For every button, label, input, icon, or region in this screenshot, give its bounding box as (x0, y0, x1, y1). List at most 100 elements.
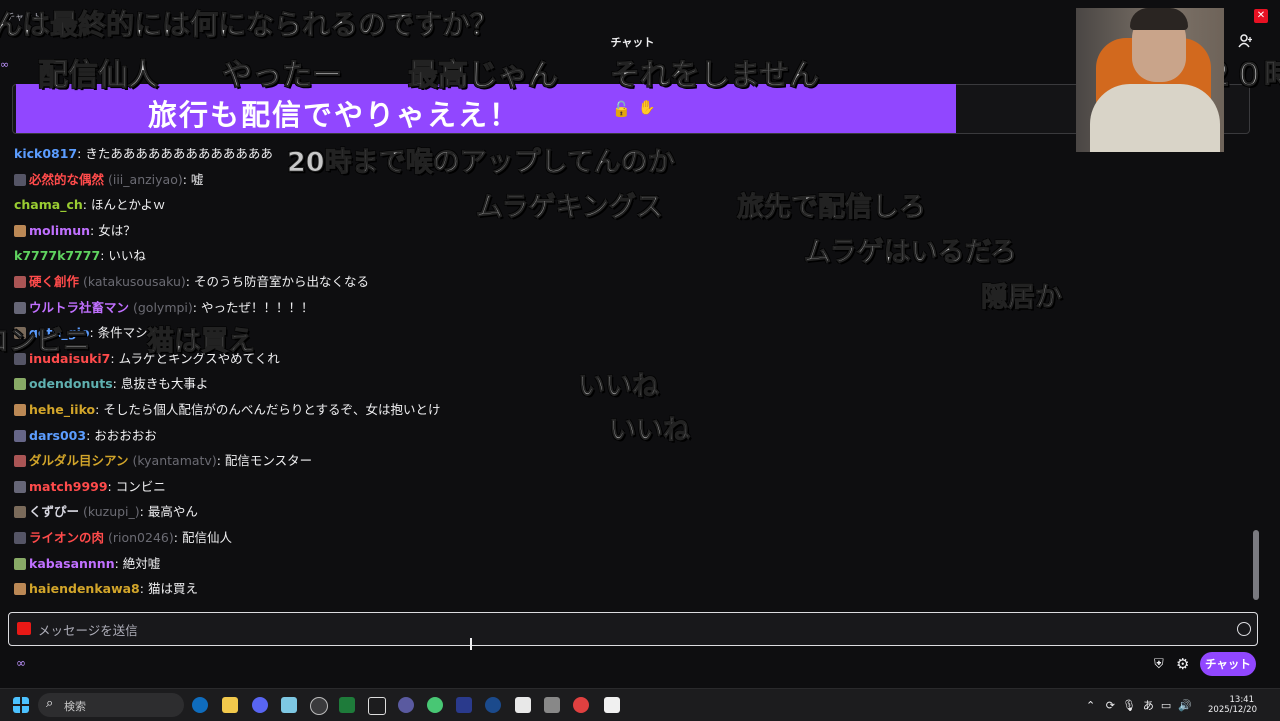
taskbar-search[interactable]: ⌕ 検索 (38, 693, 184, 717)
chat-login[interactable]: (rion0246) (104, 530, 174, 545)
mic-icon[interactable]: 🎙 (1122, 699, 1136, 712)
user-badge-icon[interactable] (14, 276, 26, 288)
network-icon[interactable]: ▭ (1161, 699, 1171, 712)
chat-message: k7777k7777: いいね (14, 244, 146, 268)
user-badge-icon[interactable] (14, 224, 26, 237)
chat-message: 硬く創作 (katakusousaku): そのうち防音室から出なくなる (14, 270, 369, 294)
danmaku-comment: 猫は買え (147, 326, 256, 358)
user-badge-icon[interactable] (14, 557, 26, 570)
danmaku-comment: 20時まで喉のアップしてんのか (287, 147, 676, 179)
user-badge-icon[interactable] (14, 173, 26, 186)
chat-message: molimun: 女は？ (14, 219, 136, 243)
blocked-icon[interactable] (573, 697, 589, 713)
chat-separator: : (112, 376, 121, 392)
drive-icon[interactable] (427, 697, 443, 713)
chat-username[interactable]: chama_ch (14, 197, 83, 212)
steam-icon[interactable] (485, 697, 501, 713)
chat-username[interactable]: ウルトラ社畜マン (29, 300, 129, 315)
chat-text: 猫は買え (147, 581, 198, 597)
camera-icon[interactable] (17, 622, 31, 635)
channel-points-icon[interactable]: ∞ (16, 656, 26, 670)
chat-separator: : (82, 197, 91, 213)
notepad-icon[interactable] (281, 697, 297, 713)
document-icon[interactable] (515, 697, 531, 713)
obs-icon[interactable] (310, 697, 328, 715)
chat-separator: : (89, 325, 98, 341)
monitor-icon[interactable] (456, 697, 472, 713)
user-badge-icon[interactable] (14, 301, 26, 314)
chat-username[interactable]: haiendenkawa8 (29, 581, 140, 596)
chat-text: 配信モンスター (224, 453, 313, 469)
chat-message: ウルトラ社畜マン (golympi): やったぜ！！！！！ (14, 296, 313, 320)
user-badge-icon[interactable] (14, 506, 26, 519)
chat-username[interactable]: kick0817 (14, 146, 77, 161)
chat-username[interactable]: ライオンの肉 (29, 530, 104, 545)
user-badge-icon[interactable] (14, 404, 26, 416)
user-badge-icon[interactable] (14, 378, 26, 391)
chat-username[interactable]: hehe_iiko (29, 402, 95, 417)
users-icon[interactable] (1238, 34, 1254, 48)
chat-username[interactable]: kabasannnn (29, 556, 115, 571)
chat-text: やったぜ！！！！！ (200, 299, 314, 315)
chat-send-button[interactable]: チャット (1200, 652, 1256, 676)
chat-username[interactable]: match9999 (29, 479, 108, 494)
chat-text: きたあああああああああああああ (85, 146, 273, 161)
webcam-overlay (1076, 8, 1224, 152)
chat-username[interactable]: k7777k7777 (14, 248, 100, 263)
chat-separator: : (185, 274, 194, 289)
close-icon[interactable]: ✕ (1254, 9, 1268, 23)
app-icon[interactable] (398, 697, 414, 713)
excel-icon[interactable] (339, 697, 355, 713)
user-badge-icon[interactable] (14, 455, 26, 468)
webcam-hair (1130, 8, 1188, 30)
chat-login[interactable]: (katakusousaku) (79, 274, 186, 289)
chat-login[interactable]: (iii_anziyao) (104, 172, 183, 187)
taskbar-clock[interactable]: 13:41 2025/12/20 (1208, 695, 1257, 715)
app-icon[interactable] (544, 697, 560, 713)
infinity-icon: ∞ (0, 58, 10, 71)
chat-separator: : (192, 299, 201, 315)
chat-login[interactable]: (golympi) (129, 300, 193, 315)
ime-indicator[interactable]: あ (1143, 699, 1154, 712)
chat-username[interactable]: 硬く創作 (29, 274, 79, 289)
chat-message: hehe_iiko: そしたら個人配信がのんべんだらりとするぞ、女は抱いとけ (14, 398, 440, 422)
chat-login[interactable]: (kuzupi_) (79, 504, 140, 519)
chat-login[interactable]: (kyantamatv) (129, 453, 216, 468)
danmaku-comment: 隠居か (981, 282, 1063, 314)
scrollbar[interactable] (1253, 530, 1259, 600)
gear-icon[interactable]: ⚙ (1176, 655, 1189, 673)
chat-username[interactable]: ダルダル目シアン (29, 453, 129, 468)
chat-input[interactable]: メッセージを送信 (8, 612, 1258, 646)
chat-username[interactable]: molimun (29, 223, 90, 238)
shield-icon[interactable]: ⛨ (1154, 657, 1164, 672)
danmaku-comment: いいね (578, 371, 660, 403)
folder-icon[interactable] (222, 697, 238, 713)
system-tray: ⌃ ⟳ 🎙 あ ▭ 🔊 (1086, 697, 1192, 713)
chat-separator: : (216, 453, 225, 469)
emoji-icon[interactable] (1237, 622, 1251, 636)
chat-username[interactable]: くずぴー (29, 504, 79, 519)
k-app-icon[interactable] (604, 697, 620, 713)
windows-start-icon[interactable] (13, 697, 29, 713)
chat-username[interactable]: 必然的な偶然 (29, 172, 104, 187)
user-badge-icon[interactable] (14, 583, 26, 596)
danmaku-comment: やったー (222, 58, 343, 94)
user-badge-icon[interactable] (14, 532, 26, 544)
danmaku-comment: 配信仙人 (38, 58, 159, 94)
volume-icon[interactable]: 🔊 (1178, 699, 1192, 712)
chevron-up-icon[interactable]: ⌃ (1086, 699, 1095, 712)
user-badge-icon[interactable] (14, 480, 26, 493)
chat-text: 女は？ (98, 222, 136, 238)
sync-icon[interactable]: ⟳ (1106, 699, 1115, 712)
chat-username[interactable]: odendonuts (29, 376, 113, 391)
danmaku-comment: ムラゲキングス (476, 192, 664, 224)
lock-icon[interactable]: 🔓 (612, 100, 631, 118)
chat-message: chama_ch: ほんとかよｗ (14, 193, 165, 217)
chat-username[interactable]: dars003 (29, 428, 86, 443)
edge-icon[interactable] (192, 697, 208, 713)
user-badge-icon[interactable] (14, 429, 26, 442)
x-icon[interactable] (368, 697, 386, 715)
chat-text: いいね (108, 248, 146, 264)
discord-icon[interactable] (252, 697, 268, 713)
chat-text: 嘘 (190, 171, 204, 187)
